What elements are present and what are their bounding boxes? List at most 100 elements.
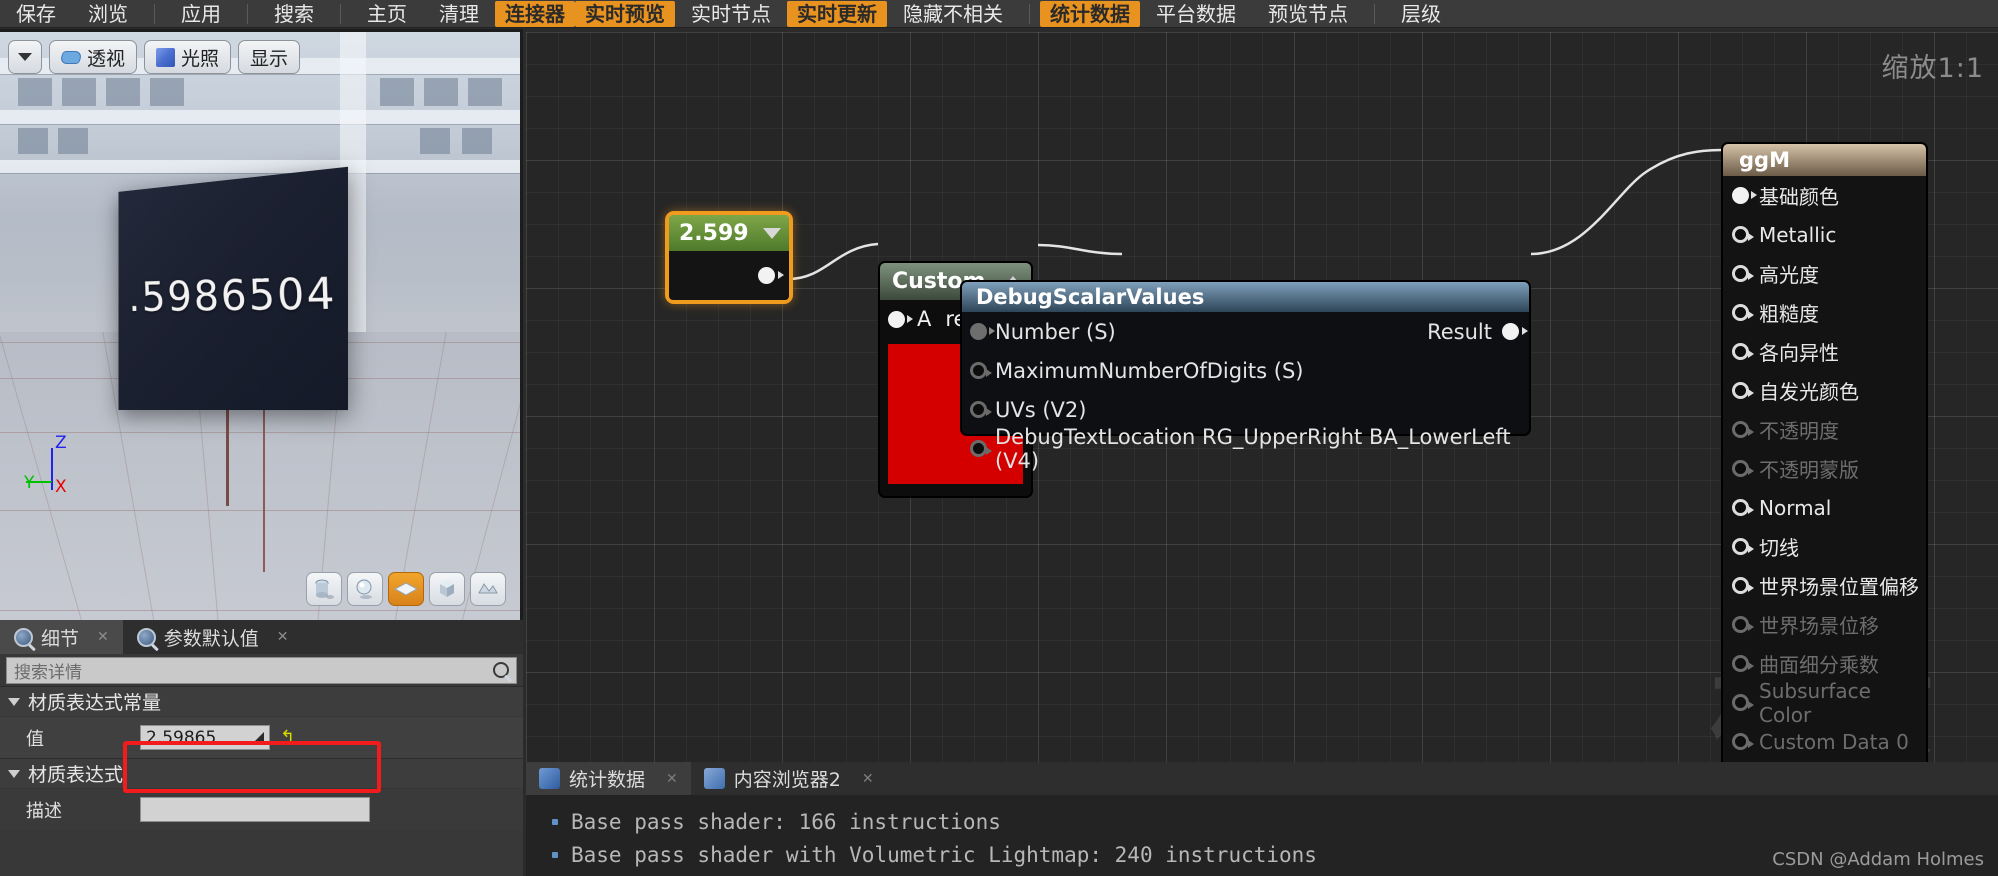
toolbar-item-9[interactable]: 实时更新 bbox=[787, 0, 887, 27]
toolbar-item-12[interactable]: 平台数据 bbox=[1140, 2, 1252, 26]
toolbar-item-8[interactable]: 实时节点 bbox=[675, 2, 787, 26]
chevron-down-icon[interactable] bbox=[763, 227, 781, 239]
material-pin-row: 粗糙度 bbox=[1723, 293, 1926, 332]
toolbar-item-1[interactable]: 浏览 bbox=[72, 2, 144, 26]
material-input-pin[interactable] bbox=[1732, 577, 1754, 594]
toolbar-item-4[interactable]: 主页 bbox=[351, 2, 423, 26]
material-pin-row: 曲面细分乘数 bbox=[1723, 644, 1926, 683]
debug-node-row-max-digits: MaximumNumberOfDigits (S) bbox=[962, 351, 1529, 390]
input-pin-number[interactable] bbox=[970, 323, 995, 340]
section-header-material-expression[interactable]: 材质表达式 bbox=[0, 758, 523, 788]
constant-node-title: 2.599 bbox=[679, 220, 749, 246]
material-pin-row: 不透明蒙版 bbox=[1723, 449, 1926, 488]
toolbar-item-3[interactable]: 搜索 bbox=[258, 2, 330, 26]
material-pin-row: 切线 bbox=[1723, 527, 1926, 566]
viewport-lit-button[interactable]: 光照 bbox=[144, 40, 232, 74]
material-pin-label: 基础颜色 bbox=[1759, 185, 1839, 209]
material-input-pin[interactable] bbox=[1732, 226, 1754, 243]
mesh-sphere-button[interactable] bbox=[347, 572, 383, 606]
debug-node-row-uvs: UVs (V2) bbox=[962, 390, 1529, 429]
material-pin-label: Subsurface Color bbox=[1759, 678, 1871, 727]
toolbar-item-14[interactable]: 层级 bbox=[1385, 2, 1457, 26]
mesh-plane-button[interactable] bbox=[388, 572, 424, 606]
material-node-header[interactable]: ggM bbox=[1723, 144, 1926, 176]
tab-stats[interactable]: 统计数据 ✕ bbox=[526, 762, 691, 795]
toolbar-item-5[interactable]: 清理 bbox=[423, 2, 495, 26]
toolbar-item-11[interactable]: 统计数据 bbox=[1040, 0, 1140, 27]
toolbar-item-6[interactable]: 连接器 bbox=[495, 0, 575, 27]
output-pin-result[interactable] bbox=[1502, 323, 1528, 340]
svg-text:Z: Z bbox=[55, 433, 67, 453]
viewport-options-button[interactable] bbox=[8, 40, 42, 74]
section-title: 材质表达式常量 bbox=[28, 692, 162, 714]
toolbar-item-10[interactable]: 隐藏不相关 bbox=[887, 2, 1019, 26]
close-icon[interactable]: ✕ bbox=[862, 771, 874, 787]
mesh-cylinder-button[interactable] bbox=[306, 572, 342, 606]
material-graph-canvas[interactable]: 缩放1:1 材质 2.599 Custom A return Deb bbox=[526, 32, 1998, 762]
material-input-pin[interactable] bbox=[1732, 499, 1754, 516]
revert-icon[interactable]: ↰ bbox=[280, 727, 295, 748]
graph-zoom-level: 缩放1:1 bbox=[1881, 53, 1984, 84]
material-node-pin-list: 基础颜色 Metallic 高光度 粗糙度 各向异性 自发光颜色 不透明度 不透明蒙版 Norm… bbox=[1723, 176, 1926, 762]
close-icon[interactable]: ✕ bbox=[666, 771, 678, 787]
material-node-title: ggM bbox=[1739, 148, 1790, 172]
debug-node-row-text-location: DebugTextLocation RG_UpperRight BA_Lower… bbox=[962, 425, 1529, 473]
debug-node-header[interactable]: DebugScalarValues bbox=[962, 282, 1529, 312]
tab-parameter-defaults[interactable]: 参数默认值 ✕ bbox=[123, 620, 303, 654]
debug-node-row-number: Number (S) Result bbox=[962, 312, 1529, 351]
input-pin-debug-text-location[interactable] bbox=[970, 440, 992, 457]
material-input-pin[interactable] bbox=[1732, 187, 1757, 204]
input-pin-uvs[interactable] bbox=[970, 401, 992, 418]
graph-node-material-output[interactable]: ggM 基础颜色 Metallic 高光度 粗糙度 各向异性 自发光颜色 不透明度 不透明蒙版… bbox=[1721, 142, 1928, 762]
value-number-input[interactable]: 2.59865 bbox=[140, 725, 270, 750]
material-input-pin[interactable] bbox=[1732, 538, 1754, 555]
description-text-input[interactable] bbox=[140, 797, 370, 822]
material-pin-label: 粗糙度 bbox=[1759, 302, 1819, 326]
input-pin-maximum-number-of-digits[interactable] bbox=[970, 362, 992, 379]
details-search-input[interactable]: 搜索详情 bbox=[6, 656, 517, 684]
toolbar-item-7[interactable]: 实时预览 bbox=[575, 0, 675, 27]
viewport-lit-label: 光照 bbox=[181, 47, 220, 70]
preview-number-text: .5986504 bbox=[127, 267, 338, 321]
material-pin-row: 世界场景位置偏移 bbox=[1723, 566, 1926, 605]
output-pin[interactable] bbox=[758, 267, 784, 284]
viewport-perspective-button[interactable]: 透视 bbox=[49, 40, 138, 74]
preview-plane-stem bbox=[226, 406, 229, 506]
material-pin-label: Custom Data 0 bbox=[1759, 729, 1909, 754]
close-icon[interactable]: ✕ bbox=[97, 629, 109, 645]
material-input-pin[interactable] bbox=[1732, 694, 1754, 711]
tab-parameter-defaults-label: 参数默认值 bbox=[163, 627, 259, 650]
material-input-pin[interactable] bbox=[1732, 460, 1754, 477]
close-icon[interactable]: ✕ bbox=[277, 629, 289, 645]
material-preview-viewport[interactable]: .5986504 透视 光照 显示 Z Y X bbox=[0, 29, 523, 620]
material-input-pin[interactable] bbox=[1732, 343, 1754, 360]
toolbar-item-0[interactable]: 保存 bbox=[0, 2, 72, 26]
material-input-pin[interactable] bbox=[1732, 616, 1754, 633]
material-input-pin[interactable] bbox=[1732, 382, 1754, 399]
toolbar-item-13[interactable]: 预览节点 bbox=[1252, 2, 1364, 26]
graph-node-debug-scalar-values[interactable]: DebugScalarValues Number (S) Result Maxi… bbox=[960, 280, 1531, 473]
material-input-pin[interactable] bbox=[1732, 265, 1754, 282]
constant-node-header[interactable]: 2.599 bbox=[669, 215, 789, 251]
material-input-pin[interactable] bbox=[1732, 655, 1754, 672]
mesh-custom-button[interactable] bbox=[470, 572, 506, 606]
viewport-show-label: 显示 bbox=[250, 47, 289, 70]
viewport-toolbar: 透视 光照 显示 bbox=[8, 40, 301, 74]
stat-line-text: Base pass shader with Volumetric Lightma… bbox=[571, 842, 1317, 867]
section-header-material-expression-constant[interactable]: 材质表达式常量 bbox=[0, 686, 523, 716]
svg-text:Y: Y bbox=[23, 473, 35, 493]
viewport-show-button[interactable]: 显示 bbox=[238, 40, 301, 74]
material-pin-label: 世界场景位置偏移 bbox=[1759, 575, 1919, 599]
input-pin-a[interactable] bbox=[888, 310, 913, 328]
material-input-pin[interactable] bbox=[1732, 421, 1754, 438]
toolbar-item-2[interactable]: 应用 bbox=[165, 2, 237, 26]
tab-content-browser[interactable]: 内容浏览器2 ✕ bbox=[691, 762, 887, 795]
mesh-cube-button[interactable] bbox=[429, 572, 465, 606]
viewport-axis-gizmo: Z Y X bbox=[23, 433, 67, 497]
material-pin-row: Subsurface Color bbox=[1723, 679, 1926, 727]
graph-node-constant[interactable]: 2.599 bbox=[665, 211, 793, 304]
material-input-pin[interactable] bbox=[1732, 304, 1754, 321]
tab-details[interactable]: 细节 ✕ bbox=[0, 620, 123, 654]
drag-grip-icon[interactable] bbox=[253, 732, 264, 743]
material-input-pin[interactable] bbox=[1732, 733, 1754, 750]
